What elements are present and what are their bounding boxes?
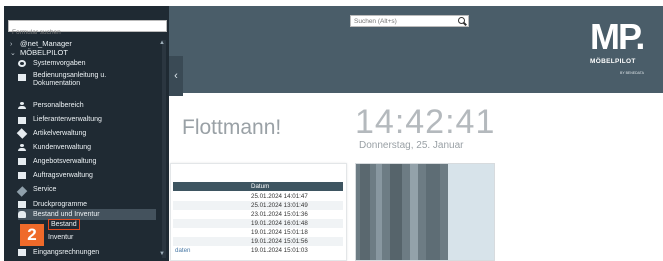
table-row[interactable]: daten 19.01.2024 15:01:03 [173, 246, 343, 255]
document-icon [18, 172, 26, 179]
row-name[interactable]: daten [175, 247, 190, 254]
logo-name: MÖBELPILOT [590, 58, 636, 65]
chevron-down-icon[interactable]: ⌄ [10, 49, 20, 57]
table-row[interactable]: 23.01.2024 15:01:36 [173, 210, 343, 219]
sidebar-item-label: Bestand und Inventur [33, 211, 100, 218]
tree-item-label: @net_Manager [20, 39, 72, 48]
row-date: 19.01.2024 15:01:18 [251, 229, 308, 236]
clock-time: 14:42:41 [355, 103, 496, 141]
sidebar-item-label: Systemvorgaben [33, 60, 86, 67]
sidebar-item-angebotsverwaltung[interactable]: Angebotsverwaltung [18, 156, 156, 167]
sidebar-subitem-bestand[interactable]: Bestand [48, 219, 80, 230]
sidebar-item-bedienungsanleitung[interactable]: Bedienungsanleitung u. Dokumentation [18, 72, 156, 92]
sidebar-item-bestand-und-inventur[interactable]: Bestand und Inventur [18, 209, 156, 220]
document-icon [18, 158, 26, 165]
logo: MP. MÖBELPILOT BY BENEDATA [590, 18, 656, 88]
sidebar-item-label: Angebotsverwaltung [33, 158, 97, 165]
table-row[interactable]: 19.01.2024 15:01:56 [173, 237, 343, 246]
recent-items-card: Datum 25.01.2024 14:01:47 25.01.2024 13:… [170, 163, 347, 261]
tree-item-moebelpilot[interactable]: ⌄ MÖBELPILOT [10, 48, 68, 57]
sidebar-item-label: Auftragsverwaltung [33, 172, 93, 179]
sidebar-item-eingangsrechnungen[interactable]: Eingangsrechnungen [18, 247, 156, 258]
form-search-box[interactable] [8, 20, 167, 38]
tree-item-label: MÖBELPILOT [20, 48, 68, 57]
table-row[interactable]: 19.01.2024 15:01:18 [173, 228, 343, 237]
app-frame: MP. MÖBELPILOT BY BENEDATA ›@net_Manager… [0, 0, 663, 261]
wrench-icon [16, 185, 28, 197]
sidebar-item-label: Bedienungsanleitung u. Dokumentation [33, 72, 107, 87]
clock-date: Donnerstag, 25. Januar [359, 140, 464, 151]
sidebar: ›@net_Manager ⌄MÖBELPILOT Systemvorgaben… [4, 6, 169, 261]
sidebar-item-label: Kundenverwaltung [33, 144, 91, 151]
sidebar-item-label: Druckprogramme [33, 201, 88, 208]
column-header-datum: Datum [251, 183, 270, 190]
chevron-right-icon[interactable]: › [10, 41, 20, 48]
sidebar-item-personalbereich[interactable]: Personalbereich [18, 100, 156, 111]
greeting-text: Flottmann! [182, 116, 282, 139]
table-header: Datum [173, 182, 343, 191]
truck-icon [18, 117, 26, 124]
sidebar-item-label: Artikelverwaltung [33, 130, 87, 137]
scroll-down-icon[interactable]: ▼ [159, 251, 165, 257]
sidebar-item-kundenverwaltung[interactable]: Kundenverwaltung [18, 142, 156, 153]
row-date: 19.01.2024 15:01:03 [251, 247, 308, 254]
interior-photo [355, 163, 495, 261]
table-row[interactable]: 25.01.2024 13:01:49 [173, 201, 343, 210]
table-row[interactable]: 19.01.2024 16:01:48 [173, 219, 343, 228]
row-date: 19.01.2024 16:01:48 [251, 220, 308, 227]
sidebar-scrollbar[interactable] [162, 40, 166, 258]
sidebar-item-artikelverwaltung[interactable]: Artikelverwaltung [16, 128, 156, 139]
step-number-badge: 2 [20, 224, 44, 246]
scroll-up-icon[interactable]: ▲ [159, 40, 165, 46]
row-date: 19.01.2024 15:01:56 [251, 238, 308, 245]
row-date: 25.01.2024 13:01:49 [251, 202, 308, 209]
window-light [448, 164, 494, 260]
sidebar-item-label: Eingangsrechnungen [33, 249, 100, 256]
sidebar-item-systemvorgaben[interactable]: Systemvorgaben [18, 58, 156, 69]
sidebar-item-label: Personalbereich [33, 102, 84, 109]
form-search-input[interactable] [9, 27, 166, 38]
person-icon [18, 102, 26, 109]
sidebar-item-service[interactable]: Service [16, 184, 156, 197]
row-date: 23.01.2024 15:01:36 [251, 211, 308, 218]
customer-icon [18, 144, 26, 151]
row-date: 25.01.2024 14:01:47 [251, 193, 308, 200]
sidebar-item-lieferantenverwaltung[interactable]: Lieferantenverwaltung [18, 114, 156, 125]
global-search-input[interactable] [351, 16, 456, 26]
book-icon [18, 74, 26, 81]
logo-tagline: BY BENEDATA [620, 71, 644, 75]
printer-icon [18, 201, 26, 208]
top-header: MP. MÖBELPILOT BY BENEDATA [169, 6, 663, 93]
sidebar-item-label: Lieferantenverwaltung [33, 116, 102, 123]
search-icon[interactable] [456, 16, 468, 26]
tree-item-net-manager[interactable]: › @net_Manager [10, 39, 72, 48]
sidebar-subitem-inventur[interactable]: Inventur [48, 234, 73, 241]
sidebar-item-label: Service [33, 186, 57, 193]
table-row[interactable]: 25.01.2024 14:01:47 [173, 192, 343, 201]
tag-icon [16, 128, 28, 139]
sidebar-item-auftragsverwaltung[interactable]: Auftragsverwaltung [18, 170, 156, 181]
global-search-box[interactable] [350, 15, 469, 27]
chevron-left-icon[interactable]: ‹ [174, 70, 178, 82]
sidebar-collapse-button[interactable]: ‹ [169, 56, 183, 96]
logo-mark: MP. [590, 16, 645, 57]
document-icon [18, 249, 26, 256]
bulb-icon [18, 211, 26, 218]
gear-icon [18, 60, 26, 67]
